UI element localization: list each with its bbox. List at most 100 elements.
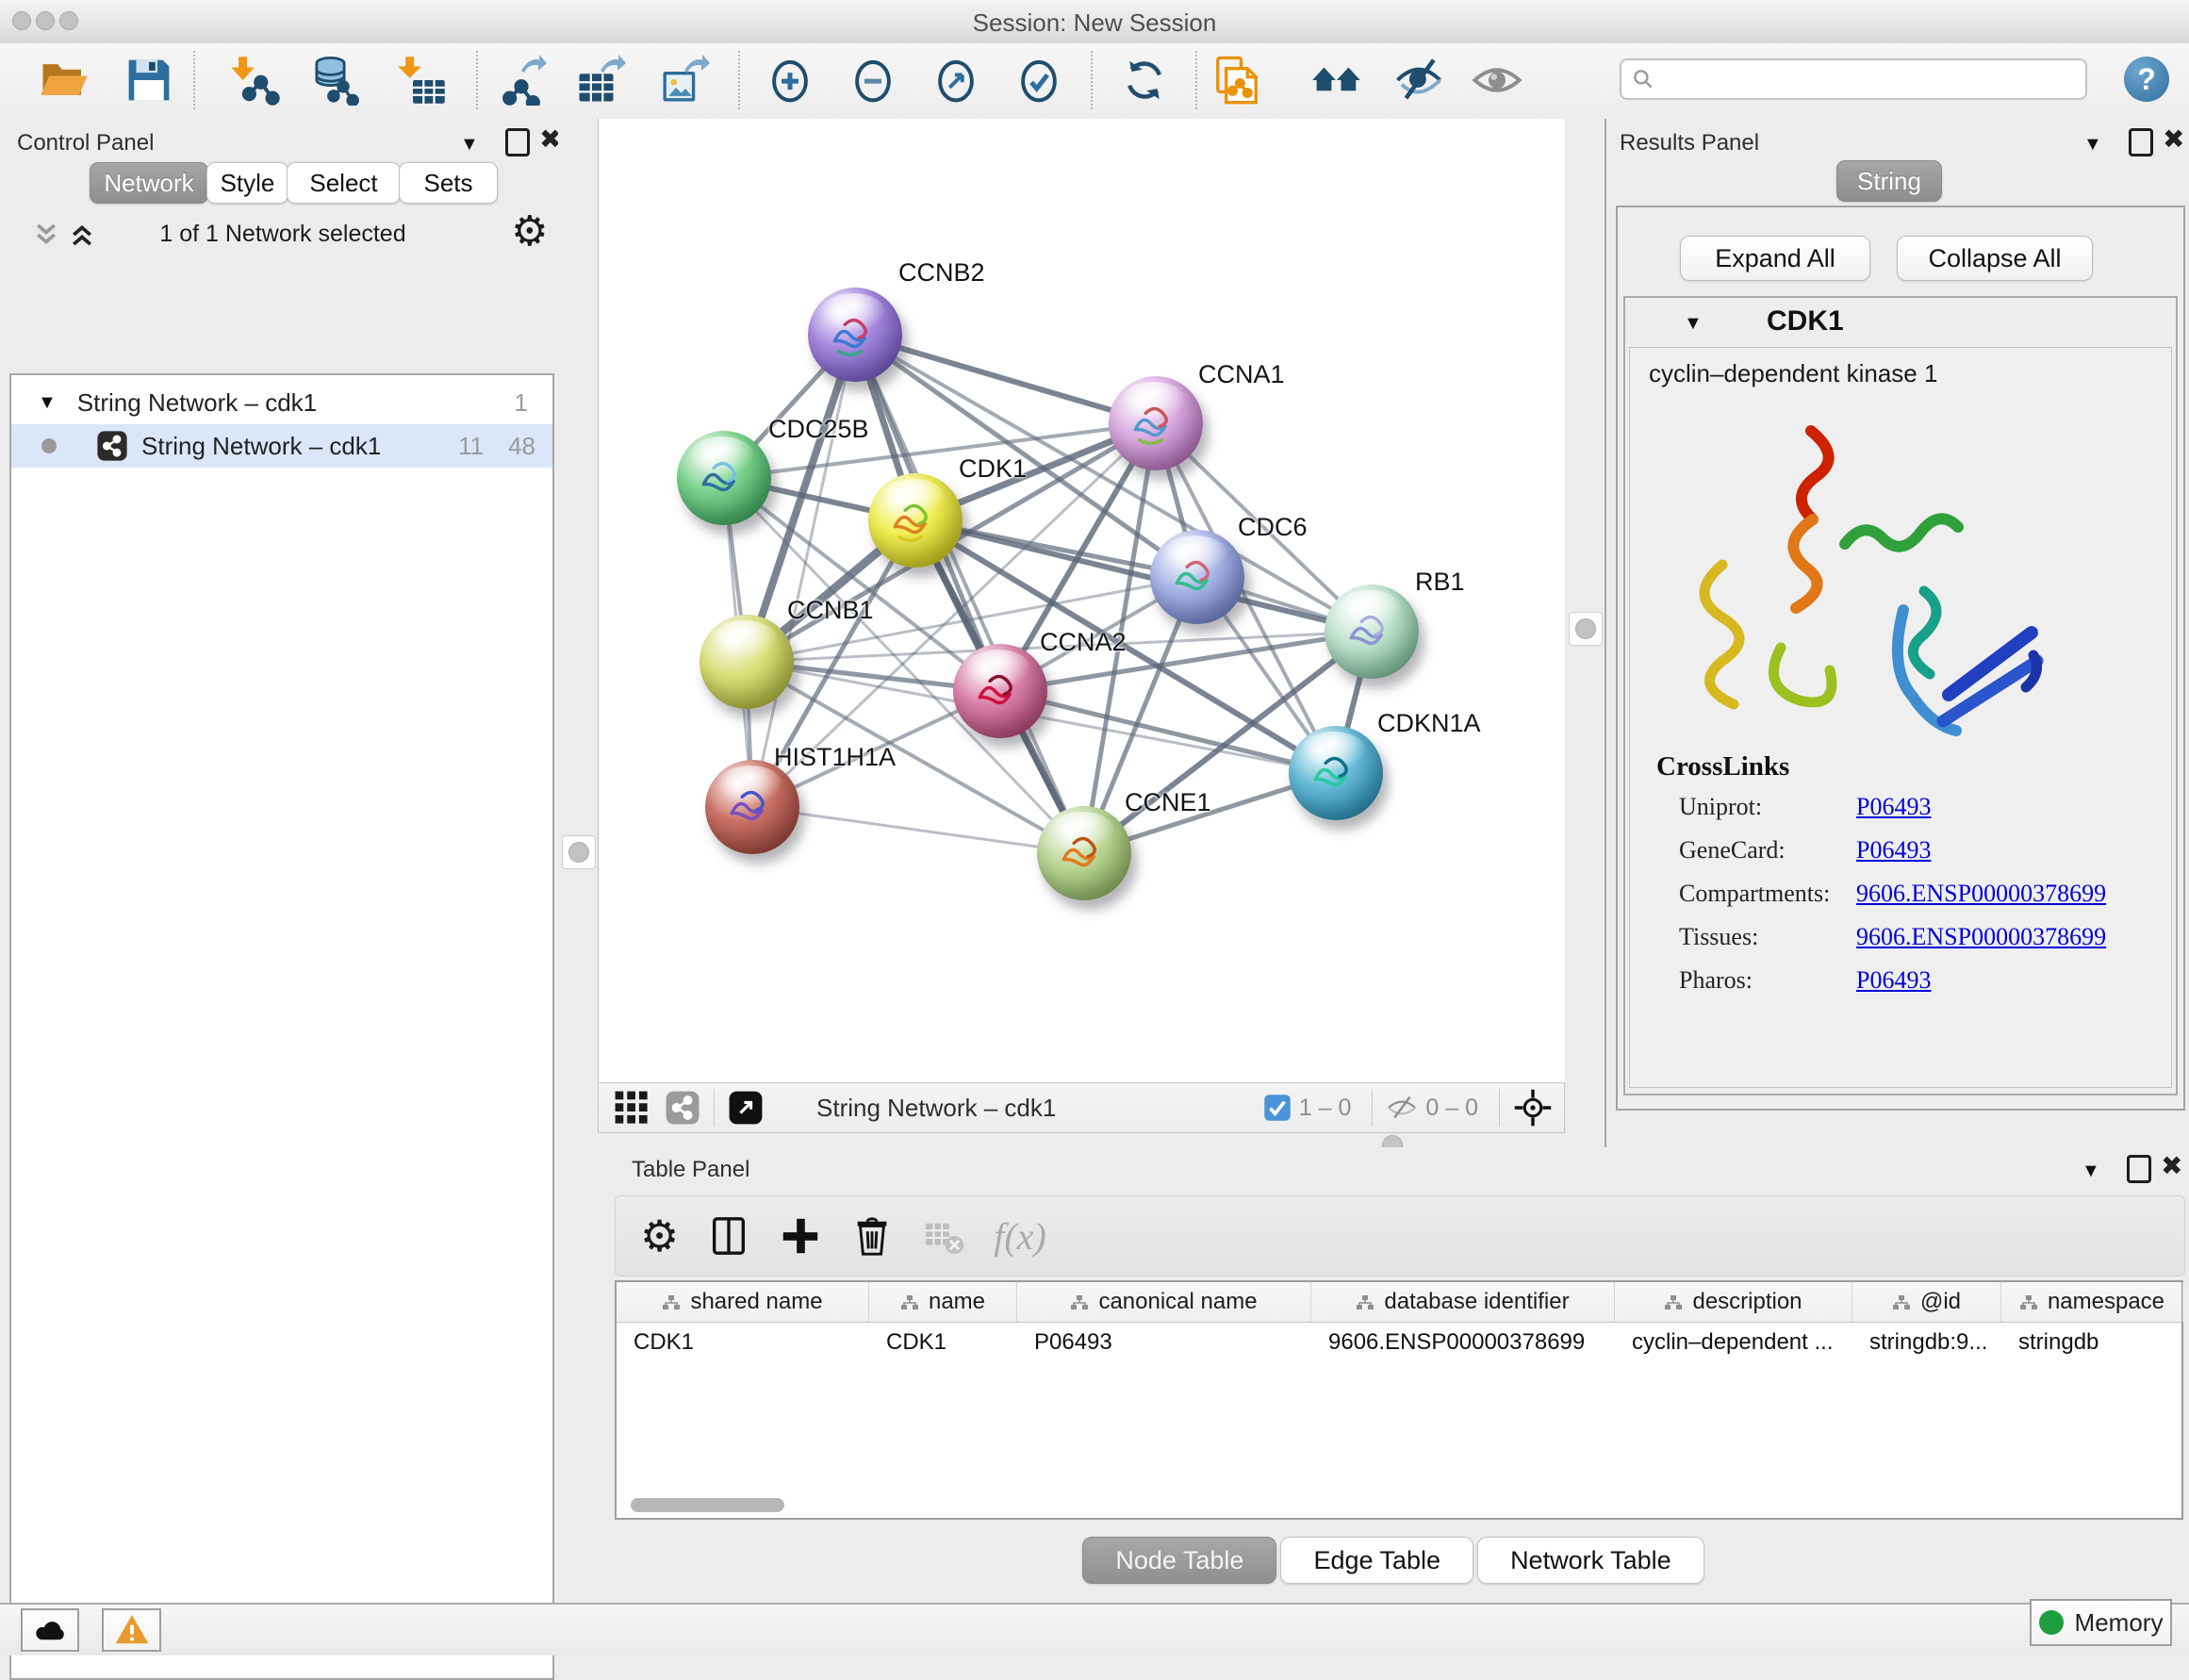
float-panel-icon[interactable]: [505, 128, 530, 156]
warning-button[interactable]: [102, 1608, 161, 1652]
collapse-all-button[interactable]: Collapse All: [1897, 236, 2093, 281]
column-header-namespace[interactable]: namespace: [2001, 1282, 2183, 1322]
table-cell[interactable]: stringdb:9...: [1852, 1329, 2001, 1356]
memory-button[interactable]: Memory: [2030, 1599, 2172, 1646]
network-node-ccna2[interactable]: [953, 644, 1047, 738]
horizontal-scrollbar[interactable]: [631, 1498, 784, 1512]
create-column-icon[interactable]: [779, 1214, 822, 1258]
crosslink-value-link[interactable]: 9606.ENSP00000378699: [1856, 923, 2106, 951]
table-options-gear-icon[interactable]: ⚙: [640, 1214, 679, 1258]
birdseye-grid-icon[interactable]: [614, 1090, 650, 1126]
right-splitter[interactable]: [1565, 119, 1605, 1145]
show-columns-icon[interactable]: [707, 1214, 750, 1258]
refresh-icon[interactable]: [1119, 55, 1170, 106]
export-image-icon[interactable]: [659, 55, 710, 106]
network-node-cdk1[interactable]: [868, 473, 963, 568]
network-node-ccnb1[interactable]: [699, 615, 794, 709]
delete-column-icon[interactable]: [850, 1214, 894, 1258]
left-splitter-handle[interactable]: [562, 835, 596, 869]
column-header-description[interactable]: description: [1615, 1282, 1852, 1322]
open-in-window-icon[interactable]: [728, 1090, 764, 1126]
results-menu-icon[interactable]: ▼: [2083, 134, 2102, 156]
import-table-icon[interactable]: [396, 55, 447, 106]
zoom-in-icon[interactable]: [765, 55, 815, 106]
column-header-canonicalname[interactable]: canonical name: [1017, 1282, 1311, 1322]
tab-string[interactable]: String: [1836, 160, 1942, 202]
network-node-ccnb2[interactable]: [808, 288, 902, 382]
table-float-icon[interactable]: [2127, 1155, 2151, 1183]
network-node-ccna1[interactable]: [1109, 376, 1203, 470]
network-canvas[interactable]: CCNB2CCNA1CDC25BCDK1CDC6RB1CCNB1CCNA2CDK…: [598, 119, 1567, 1082]
results-float-icon[interactable]: [2129, 128, 2153, 156]
table-menu-icon[interactable]: ▼: [2082, 1161, 2100, 1182]
import-network-icon[interactable]: [229, 55, 280, 106]
network-node-hist1h1a[interactable]: [705, 760, 799, 854]
table-cell[interactable]: P06493: [1017, 1329, 1311, 1356]
tab-node-table[interactable]: Node Table: [1082, 1537, 1276, 1584]
node-position-reset-icon[interactable]: [1513, 1088, 1553, 1128]
network-options-gear-icon[interactable]: ⚙: [511, 211, 548, 253]
crosslink-value-link[interactable]: P06493: [1856, 836, 1931, 865]
crosslink-value-link[interactable]: P06493: [1856, 966, 1931, 995]
table-close-icon[interactable]: ✖: [2161, 1153, 2182, 1179]
status-bar: Memory: [0, 1603, 2189, 1655]
expand-all-button[interactable]: Expand All: [1680, 236, 1870, 281]
export-table-icon[interactable]: [575, 55, 626, 106]
gene-collapse-icon[interactable]: ▼: [1684, 313, 1703, 335]
network-edge[interactable]: [752, 335, 855, 807]
tab-network[interactable]: Network: [90, 162, 208, 204]
cloud-button[interactable]: [21, 1608, 79, 1652]
search-input[interactable]: [1663, 65, 2076, 93]
zoom-out-icon[interactable]: [848, 55, 898, 106]
network-node-cdc6[interactable]: [1150, 530, 1244, 624]
network-tree-row[interactable]: ▼String Network – cdk11: [11, 381, 552, 424]
right-splitter-handle[interactable]: [1569, 612, 1603, 646]
network-node-rb1[interactable]: [1325, 585, 1419, 679]
toolbar-separator: [193, 51, 195, 109]
help-button[interactable]: ?: [2124, 57, 2169, 102]
tree-expand-icon[interactable]: ▼: [38, 392, 57, 414]
crosslink-value-link[interactable]: 9606.ENSP00000378699: [1856, 880, 2106, 908]
expand-all-icon[interactable]: [68, 221, 96, 249]
table-row[interactable]: CDK1CDK1P064939606.ENSP00000378699cyclin…: [617, 1323, 2181, 1362]
column-header-sharedname[interactable]: shared name: [617, 1282, 869, 1322]
panel-menu-icon[interactable]: ▼: [460, 134, 479, 156]
table-cell[interactable]: stringdb: [2001, 1329, 2183, 1356]
network-tree-row[interactable]: String Network – cdk11148: [11, 424, 552, 468]
selected-checkbox-icon[interactable]: [1263, 1094, 1292, 1122]
column-header-id[interactable]: @id: [1852, 1282, 2001, 1322]
string-network-badge-icon[interactable]: [665, 1090, 700, 1126]
show-panels-icon[interactable]: [1472, 55, 1522, 106]
tab-style[interactable]: Style: [206, 162, 288, 204]
import-database-icon[interactable]: [309, 55, 360, 106]
table-cell[interactable]: CDK1: [617, 1329, 869, 1356]
open-folder-icon[interactable]: [39, 55, 90, 106]
network-node-cdkn1a[interactable]: [1289, 726, 1383, 820]
network-node-ccne1[interactable]: [1037, 806, 1131, 900]
column-header-databaseidentifier[interactable]: database identifier: [1311, 1282, 1615, 1322]
table-cell[interactable]: CDK1: [869, 1329, 1017, 1356]
search-box[interactable]: [1620, 58, 2087, 100]
crosslink-value-link[interactable]: P06493: [1856, 793, 1931, 821]
save-icon[interactable]: [123, 55, 174, 106]
clone-network-icon[interactable]: [1211, 55, 1262, 106]
network-node-cdc25b[interactable]: [677, 431, 771, 525]
zoom-selected-icon[interactable]: [1013, 55, 1064, 106]
table-cell[interactable]: cyclin–dependent ...: [1615, 1329, 1852, 1356]
network-edge[interactable]: [855, 335, 1084, 853]
network-collection-label: String Network – cdk1: [77, 388, 317, 418]
left-splitter[interactable]: [558, 119, 598, 1603]
tab-edge-table[interactable]: Edge Table: [1280, 1537, 1473, 1584]
column-header-name[interactable]: name: [869, 1282, 1017, 1322]
tab-select[interactable]: Select: [287, 162, 401, 204]
collapse-all-icon[interactable]: [32, 221, 60, 249]
zoom-fit-icon[interactable]: [930, 55, 981, 106]
export-network-icon[interactable]: [496, 55, 547, 106]
hide-panels-icon[interactable]: [1393, 55, 1444, 106]
network-edge[interactable]: [752, 807, 1084, 853]
tab-network-table[interactable]: Network Table: [1477, 1537, 1704, 1584]
results-close-icon[interactable]: ✖: [2163, 126, 2184, 153]
home-icon[interactable]: [1311, 55, 1362, 106]
tab-sets[interactable]: Sets: [399, 162, 498, 204]
table-cell[interactable]: 9606.ENSP00000378699: [1311, 1329, 1615, 1356]
